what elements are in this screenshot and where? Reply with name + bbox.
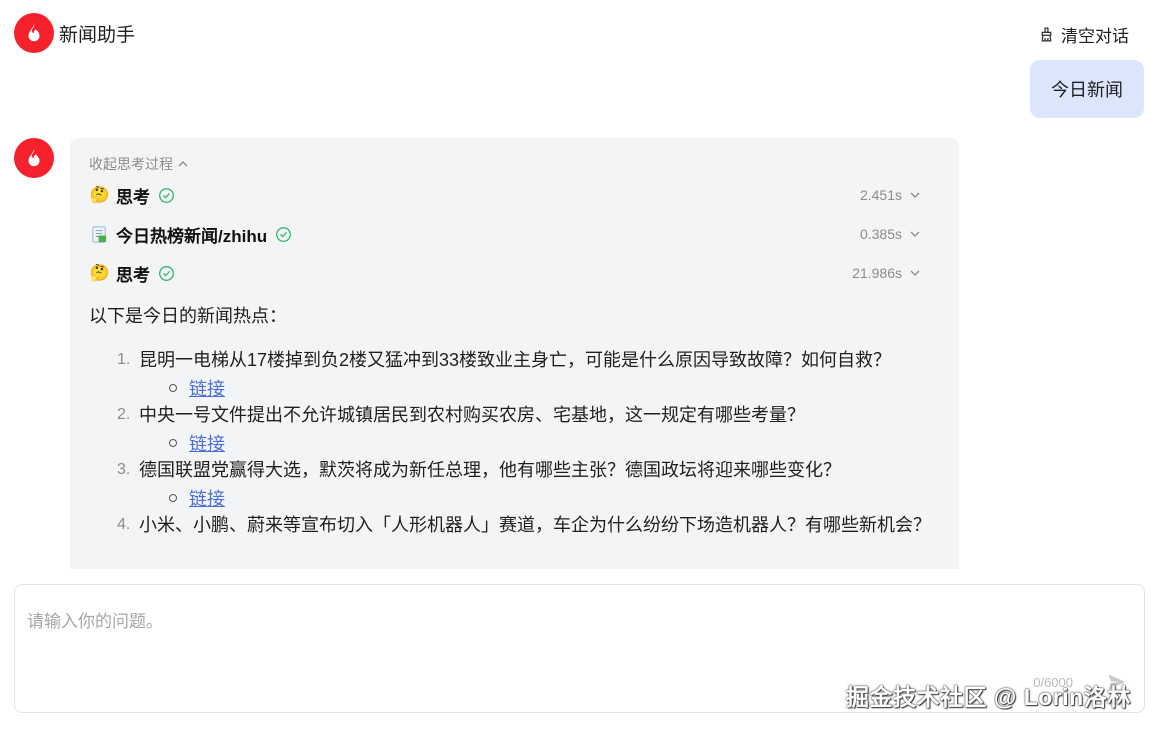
step-time: 2.451s — [859, 187, 902, 203]
clear-conversation-button[interactable]: 清空对话 — [1038, 22, 1129, 47]
news-link[interactable]: 链接 — [189, 430, 225, 456]
header: 新闻助手 清空对话 — [0, 0, 1165, 68]
chevron-down-icon — [910, 270, 920, 276]
news-list: 1. 昆明一电梯从17楼掉到负2楼又猛冲到33楼致业主身亡，可能是什么原因导致故… — [117, 346, 937, 539]
thinking-face-icon: 🤔 — [89, 265, 110, 282]
bullet-icon — [169, 438, 177, 447]
news-title: 昆明一电梯从17楼掉到负2楼又猛冲到33楼致业主身亡，可能是什么原因导致故障？如… — [139, 350, 892, 370]
clear-conversation-label: 清空对话 — [1061, 27, 1129, 46]
bullet-icon — [169, 493, 177, 502]
step-time: 21.986s — [852, 265, 902, 281]
collapse-thinking-toggle[interactable]: 收起思考过程 — [89, 154, 188, 174]
list-item: 2. 中央一号文件提出不允许城镇居民到农村购买农房、宅基地，这一规定有哪些考量？… — [117, 401, 937, 456]
news-title: 德国联盟党赢得大选，默茨将成为新任总理，他有哪些主张？德国政坛将迎来哪些变化？ — [139, 460, 841, 480]
link-row: 链接 — [139, 429, 937, 456]
list-number: 3. — [117, 461, 131, 478]
list-number: 4. — [117, 516, 131, 533]
user-message-bubble: 今日新闻 — [1030, 60, 1144, 118]
list-item: 3. 德国联盟党赢得大选，默茨将成为新任总理，他有哪些主张？德国政坛将迎来哪些变… — [117, 456, 937, 511]
chevron-down-icon — [910, 192, 920, 198]
list-number: 2. — [117, 406, 131, 423]
link-row: 链接 — [139, 374, 937, 401]
document-icon — [89, 224, 110, 245]
step-label: 今日热榜新闻/zhihu — [116, 226, 268, 246]
step-label: 思考 — [116, 187, 150, 207]
watermark: 掘金技术社区 @ Lorin洛林 — [846, 684, 1131, 710]
bullet-icon — [169, 383, 177, 392]
check-circle-icon — [276, 226, 292, 242]
app-title: 新闻助手 — [59, 24, 136, 46]
collapse-thinking-label: 收起思考过程 — [89, 156, 173, 172]
chevron-up-icon — [178, 161, 188, 167]
tool-step[interactable]: 今日热榜新闻/zhihu 0.385s — [89, 221, 940, 247]
step-duration: 0.385s — [860, 226, 920, 242]
list-item: 1. 昆明一电梯从17楼掉到负2楼又猛冲到33楼致业主身亡，可能是什么原因导致故… — [117, 346, 937, 401]
assistant-avatar — [14, 138, 54, 178]
step-label: 思考 — [116, 265, 150, 285]
broom-icon — [1041, 27, 1052, 42]
step-duration: 2.451s — [860, 187, 920, 203]
thinking-face-icon: 🤔 — [89, 187, 110, 204]
thinking-step[interactable]: 🤔 思考 21.986s — [89, 260, 940, 286]
app-logo-icon — [14, 13, 54, 53]
check-circle-icon — [159, 265, 174, 281]
chevron-down-icon — [910, 231, 920, 237]
news-title: 小米、小鹏、蔚来等宣布切入「人形机器人」赛道，车企为什么纷纷下场造机器人？有哪些… — [139, 515, 931, 535]
list-number: 1. — [117, 351, 131, 368]
news-link[interactable]: 链接 — [189, 485, 225, 511]
list-item: 4. 小米、小鹏、蔚来等宣布切入「人形机器人」赛道，车企为什么纷纷下场造机器人？… — [117, 511, 937, 539]
step-duration: 21.986s — [852, 265, 920, 281]
link-row: 链接 — [139, 484, 937, 511]
check-circle-icon — [159, 187, 174, 203]
thinking-step[interactable]: 🤔 思考 2.451s — [89, 182, 940, 208]
question-input[interactable] — [27, 607, 1127, 647]
step-time: 0.385s — [859, 226, 902, 242]
brand: 新闻助手 — [14, 13, 135, 53]
news-link[interactable]: 链接 — [189, 375, 225, 401]
flame-icon — [28, 148, 40, 167]
news-title: 中央一号文件提出不允许城镇居民到农村购买农房、宅基地，这一规定有哪些考量？ — [139, 405, 805, 425]
assistant-message-bubble: 收起思考过程 🤔 思考 2.451s 今日热榜新闻/zhihu 0.385s 🤔… — [70, 138, 959, 569]
answer-intro: 以下是今日的新闻热点： — [89, 306, 287, 326]
